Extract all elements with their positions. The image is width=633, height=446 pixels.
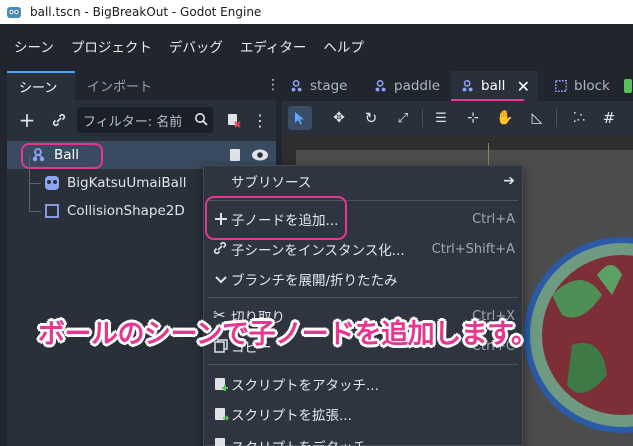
chevron-down-icon: [215, 276, 227, 284]
menu-item-add-child-node[interactable]: 子ノードを追加... Ctrl+A: [204, 204, 522, 234]
tree-label: BigKatsuUmaiBall: [67, 175, 187, 191]
menu-item-expand-collapse-branch[interactable]: ブランチを展開/折りたたみ: [204, 264, 522, 294]
menu-item-subresource[interactable]: サブリソース ➔: [204, 166, 522, 196]
rotate-tool-icon[interactable]: ↻: [362, 109, 380, 127]
tab-import[interactable]: インポート: [75, 71, 164, 100]
menu-item-attach-script[interactable]: スクリプトをアタッチ...: [204, 369, 522, 399]
window-title: ball.tscn - BigBreakOut - Godot Engine: [30, 5, 262, 19]
scene-toolbar: + フィルター: 名前 ⋮: [7, 105, 276, 135]
add-node-icon[interactable]: +: [17, 108, 37, 132]
ruler-tool-icon[interactable]: ◺: [528, 109, 546, 127]
tree-label: CollisionShape2D: [67, 203, 185, 219]
script-add-icon: [215, 378, 228, 391]
submenu-arrow-icon: ➔: [503, 173, 515, 189]
tree-label: Ball: [54, 147, 80, 163]
scale-tool-icon[interactable]: ⤢: [394, 109, 412, 127]
filter-input[interactable]: フィルター: 名前: [77, 107, 213, 133]
node2d-icon: [375, 79, 386, 92]
link-icon: [213, 241, 227, 255]
snap-icon[interactable]: ⁚∴: [570, 109, 588, 127]
menu-project[interactable]: プロジェクト: [71, 36, 152, 56]
dock-tab-bar: シーン インポート ⋮: [7, 71, 280, 100]
menu-item-extend-script[interactable]: スクリプトを拡張...: [204, 399, 522, 429]
script-attached-icon[interactable]: [227, 147, 243, 163]
menu-separator: [208, 200, 518, 201]
pivot-tool-icon[interactable]: ⊹: [464, 109, 482, 127]
control-icon: [555, 80, 567, 92]
tab-ball[interactable]: ball ✕: [451, 71, 538, 101]
visibility-eye-icon[interactable]: [251, 148, 269, 162]
menu-scene[interactable]: シーン: [14, 36, 54, 56]
godot-app-icon: [7, 7, 21, 18]
add-icon: [215, 213, 227, 225]
tab-overflow-indicator: [624, 79, 632, 93]
collision-shape-icon: [45, 204, 59, 218]
toolbar-separator: [422, 109, 423, 127]
ruler-top: [296, 135, 633, 150]
link-icon[interactable]: [49, 110, 69, 130]
script-remove-icon: [215, 438, 225, 446]
menu-item-instance-child-scene[interactable]: 子シーンをインスタンス化... Ctrl+Shift+A: [204, 234, 522, 264]
filter-placeholder: フィルター: 名前: [83, 114, 183, 130]
menu-item-detach-script[interactable]: スクリプトをデタッチ: [204, 429, 522, 446]
annotation-caption: ボールのシーンで子ノードを追加します。: [38, 319, 538, 350]
list-select-icon[interactable]: ☰: [432, 109, 450, 127]
script-icon[interactable]: [223, 110, 243, 130]
tab-scene[interactable]: シーン: [7, 71, 75, 100]
tab-stage[interactable]: stage: [290, 71, 347, 101]
toolbar-separator: [556, 109, 557, 127]
search-icon: [195, 113, 208, 126]
node2d-icon: [462, 79, 473, 92]
tab-paddle[interactable]: paddle: [374, 71, 440, 101]
menu-help[interactable]: ヘルプ: [323, 36, 364, 56]
close-tab-icon[interactable]: ✕: [517, 77, 530, 96]
node2d-icon: [291, 79, 302, 92]
menu-separator: [208, 297, 518, 298]
context-menu: サブリソース ➔ 子ノードを追加... Ctrl+A 子シーンをインスタンス化.…: [203, 165, 523, 446]
more-options-icon[interactable]: ⋮: [252, 110, 268, 130]
sprite-icon: [45, 176, 59, 190]
editor-toolbar: ✥ ↻ ⤢ ☰ ⊹ ✋ ◺ ⁚∴ #: [282, 101, 633, 135]
script-extend-icon: [215, 408, 229, 421]
menu-bar: シーン プロジェクト デバッグ エディター ヘルプ: [0, 24, 633, 68]
node2d-icon: [32, 148, 45, 162]
tree-branch: [29, 211, 41, 212]
grid-snap-icon[interactable]: #: [600, 109, 618, 127]
menu-debug[interactable]: デバッグ: [169, 36, 223, 56]
select-tool-icon[interactable]: [288, 106, 312, 130]
tab-block[interactable]: block: [554, 71, 610, 101]
menu-separator: [208, 364, 518, 365]
pan-tool-icon[interactable]: ✋: [496, 109, 514, 127]
window-title-bar: ball.tscn - BigBreakOut - Godot Engine: [0, 0, 633, 24]
move-tool-icon[interactable]: ✥: [330, 109, 348, 127]
dock-options-icon[interactable]: ⋮: [266, 77, 280, 93]
tree-branch: [29, 183, 41, 184]
editor-tab-bar: stage paddle ball ✕ block: [282, 71, 633, 101]
menu-editor[interactable]: エディター: [240, 36, 307, 56]
